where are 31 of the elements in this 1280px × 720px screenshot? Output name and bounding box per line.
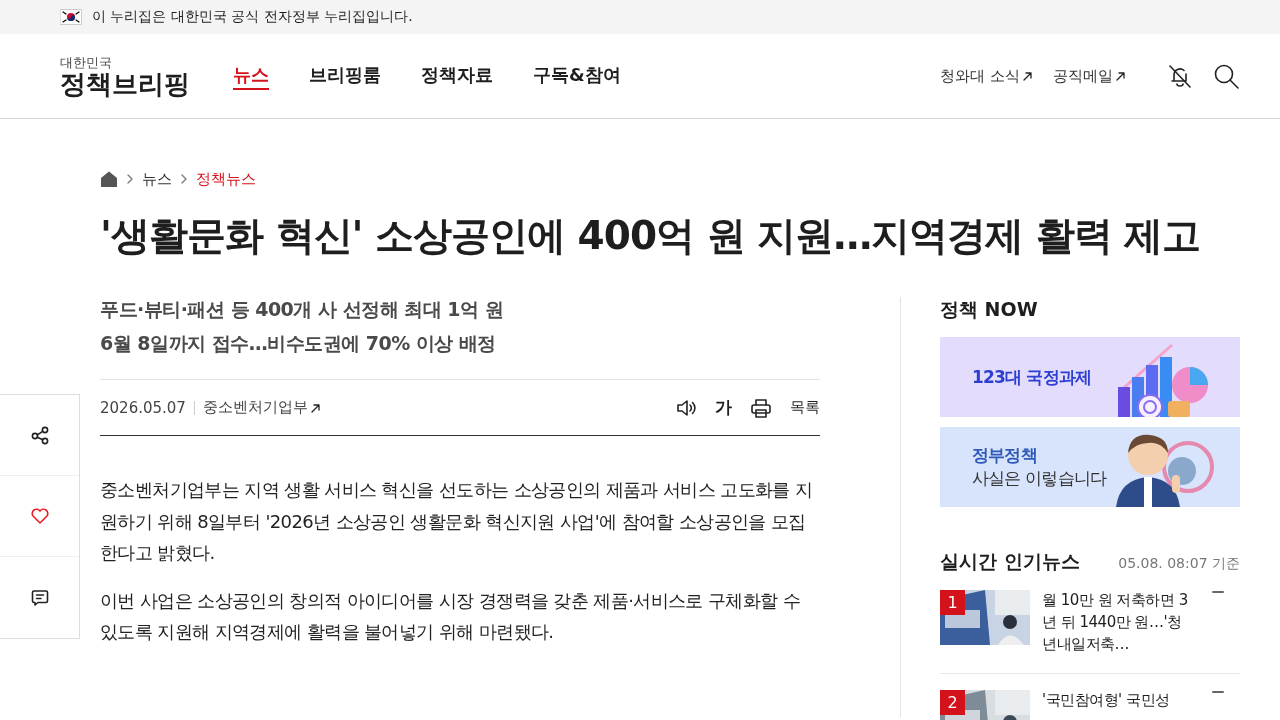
- section-title: 정책 NOW: [940, 297, 1039, 322]
- article-date: 2026.05.07: [100, 400, 195, 415]
- source-link[interactable]: 중소벤처기업부: [202, 398, 321, 417]
- list-button[interactable]: 목록: [790, 398, 820, 417]
- rank-badge: 2: [940, 690, 965, 716]
- update-time: 05.08. 08:07 기준: [1118, 555, 1240, 573]
- nav-tab[interactable]: 정책자료: [421, 62, 493, 90]
- article-paragraph: 중소벤처기업부는 지역 생활 서비스 혁신을 선도하는 소상공인의 제품과 서비스 고도화를 지원하기 위해 8일부터 '2026년 소상공인 생활문화 혁신지원 사업'에 참여할 소상공인을 모집한다고 밝혔다.: [100, 478, 814, 565]
- nav-tab[interactable]: 브리핑룸: [309, 62, 381, 90]
- banner-text: 사실은 이렇습니다: [972, 467, 1107, 490]
- breadcrumb-link[interactable]: 정책뉴스: [196, 169, 256, 189]
- nav-tab[interactable]: 뉴스: [233, 62, 269, 90]
- article-subheading: 푸드·뷰티·패션 등 400개 사 선정해 최대 1억 원: [100, 297, 505, 322]
- news-link[interactable]: '국민참여형' 국민성: [1042, 690, 1192, 712]
- external-link[interactable]: 공직메일: [1053, 66, 1126, 86]
- promo-banner[interactable]: 123대 국정과제: [940, 337, 1240, 417]
- nav-tab[interactable]: 구독&참여: [533, 62, 621, 90]
- font-size-button[interactable]: 가: [715, 396, 732, 419]
- logo[interactable]: 대한민국 정책브리핑: [60, 55, 210, 97]
- promo-banner[interactable]: 정부정책 사실은 이렇습니다: [940, 427, 1240, 507]
- news-link[interactable]: 월 10만 원 저축하면 3년 뒤 1440만 원…'청년내일저축…: [1042, 590, 1192, 656]
- banner-text: 123대 국정과제: [972, 365, 1092, 389]
- article-headline: '생활문화 혁신' 소상공인에 400억 원 지원…지역경제 활력 제고: [100, 212, 1202, 260]
- banner-text: 정부정책: [972, 444, 1038, 467]
- external-link[interactable]: 청와대 소식: [940, 66, 1033, 86]
- gov-notice: 이 누리집은 대한민국 공식 전자정부 누리집입니다.: [92, 8, 413, 26]
- section-title: 실시간 인기뉴스: [940, 549, 1080, 574]
- article-subheading: 6월 8일까지 접수…비수도권에 70% 이상 배정: [100, 331, 497, 356]
- breadcrumb-link[interactable]: 뉴스: [142, 169, 172, 189]
- article-paragraph: 이번 사업은 소상공인의 창의적 아이디어를 시장 경쟁력을 갖춘 제품·서비스로 구체화할 수 있도록 지원해 지역경제에 활력을 불어넣기 위해 마련됐다.: [100, 588, 802, 644]
- rank-badge: 1: [940, 590, 965, 615]
